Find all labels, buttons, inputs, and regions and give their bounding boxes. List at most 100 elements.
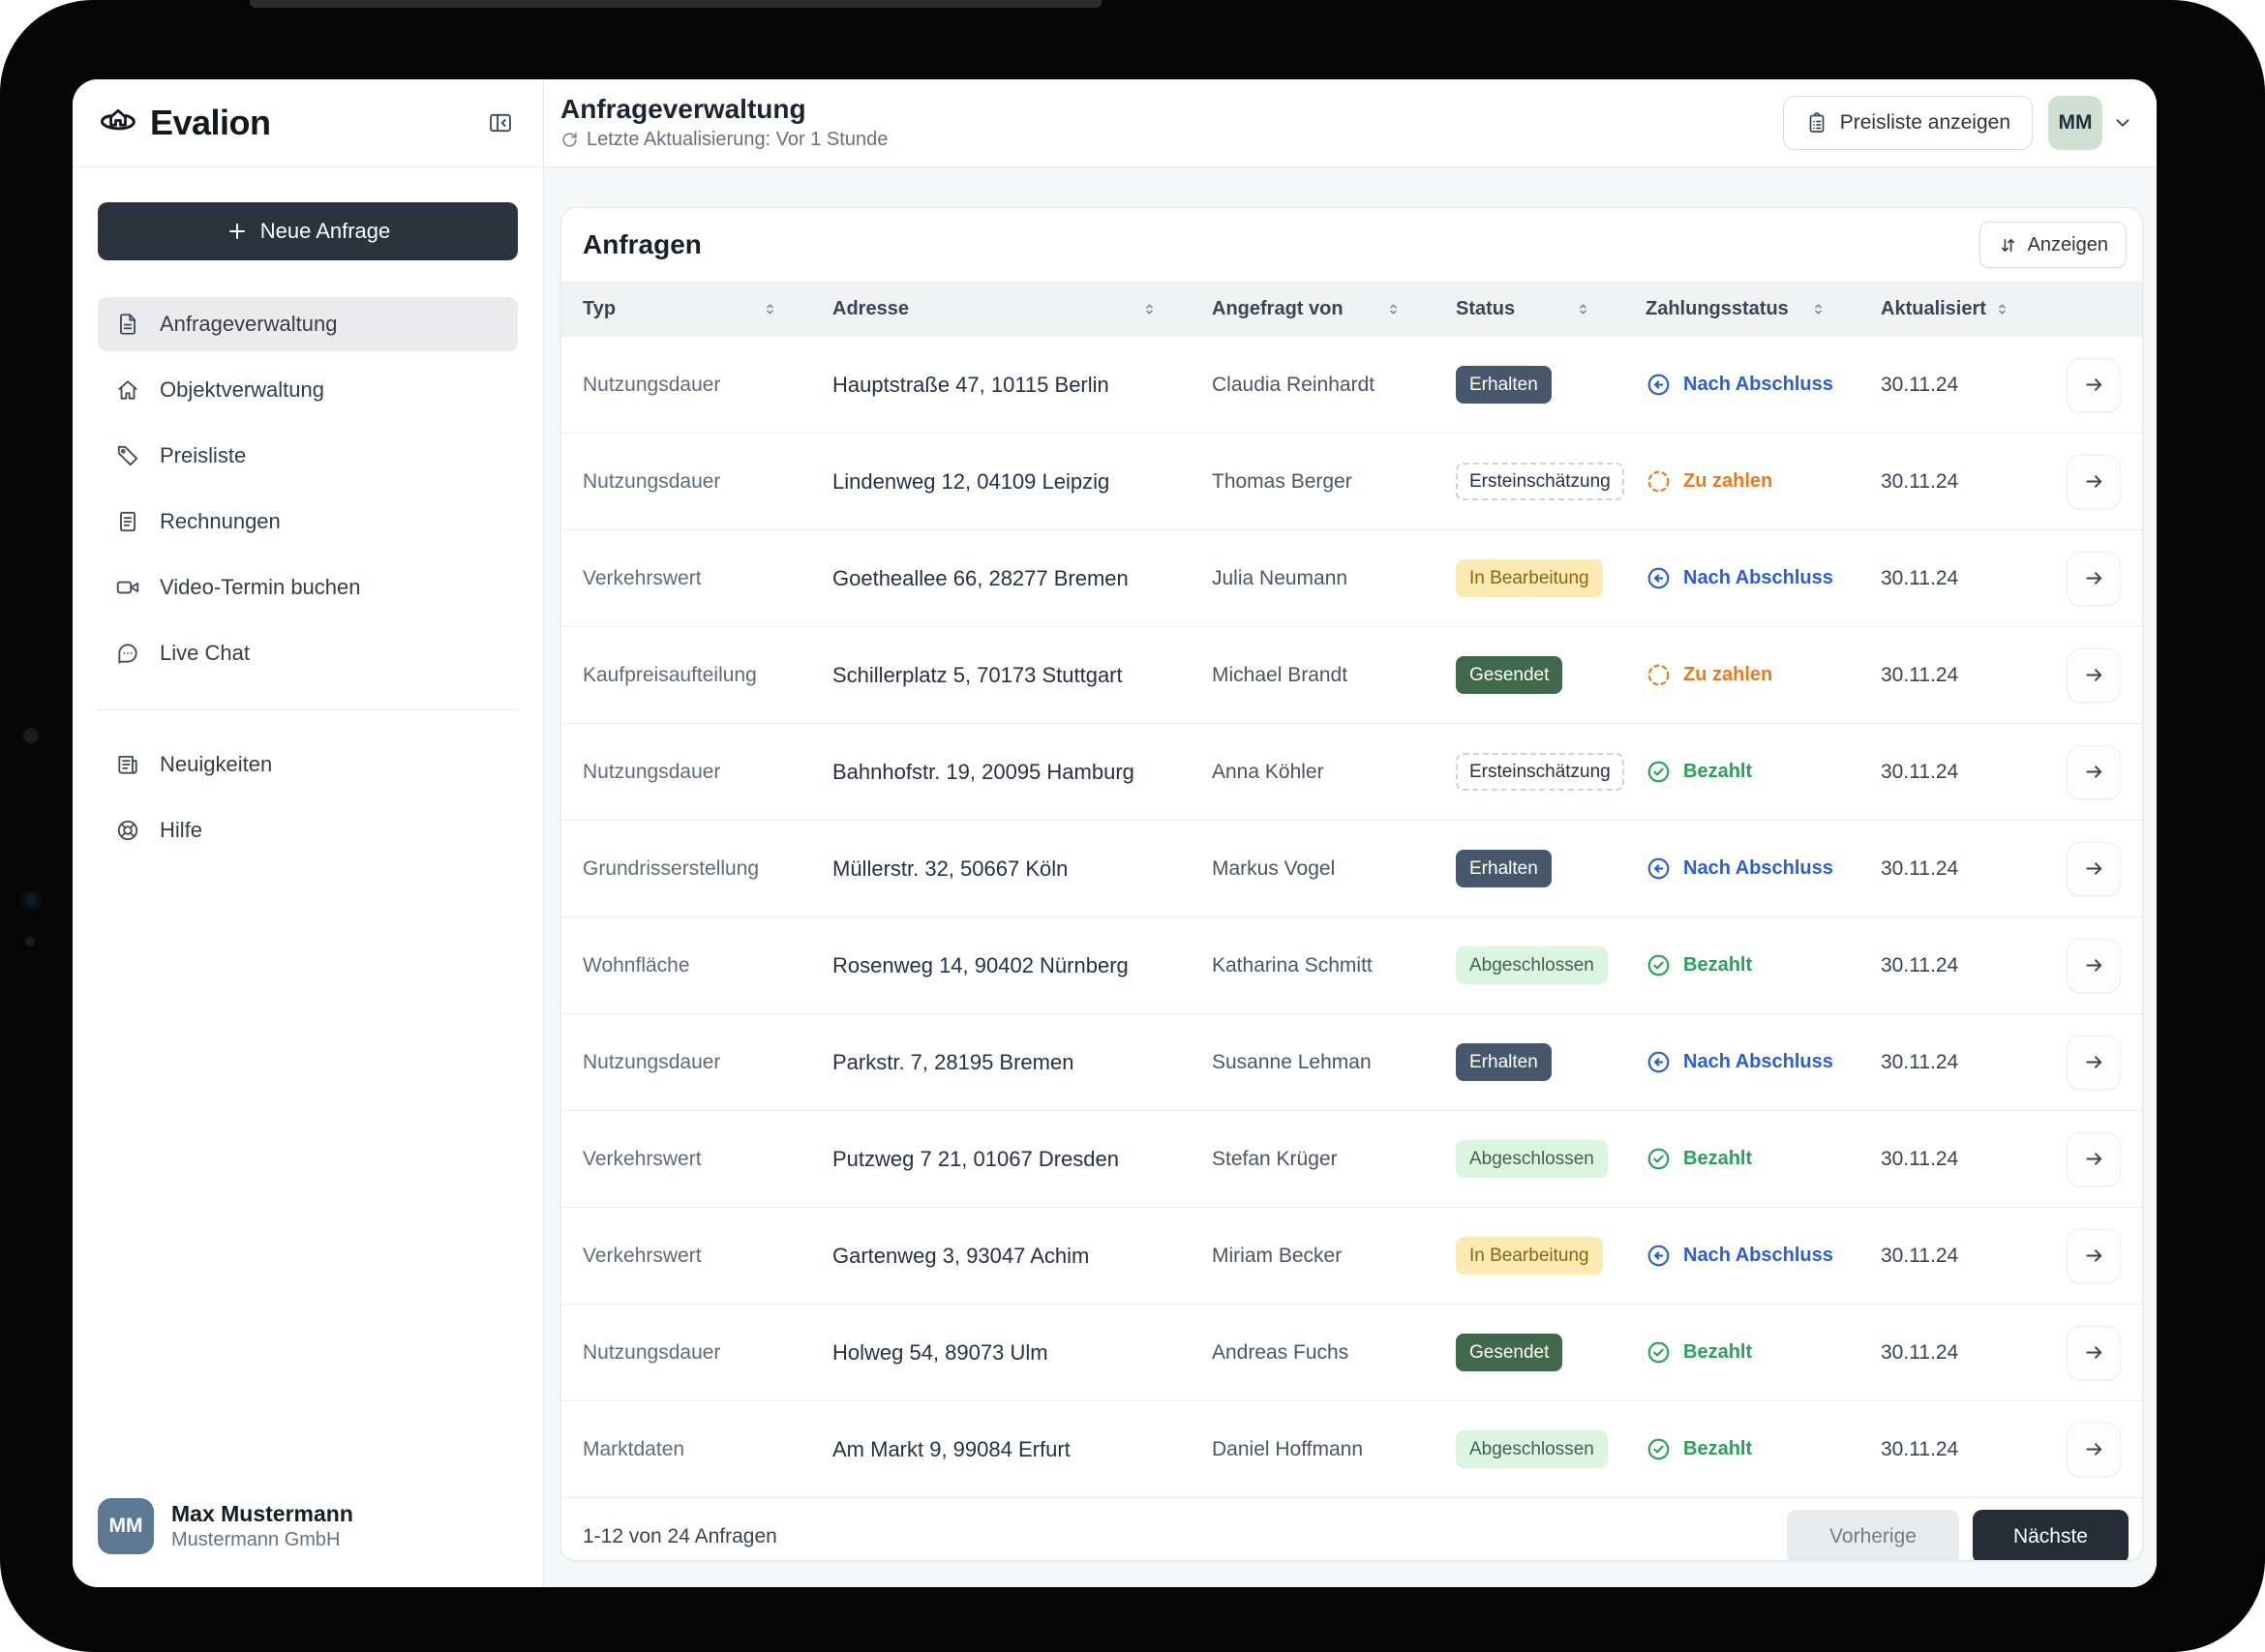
sort-icon (1385, 301, 1402, 317)
column-header-adresse[interactable]: Adresse (832, 298, 1212, 320)
table-row[interactable]: Kaufpreisaufteilung Schillerplatz 5, 701… (561, 626, 2142, 723)
table-row[interactable]: Nutzungsdauer Parkstr. 7, 28195 Bremen S… (561, 1013, 2142, 1110)
previous-page-button[interactable]: Vorherige (1787, 1510, 1959, 1561)
open-request-button[interactable] (2067, 1229, 2121, 1283)
payment-status-cell: Bezahlt (1646, 759, 1881, 785)
open-request-button[interactable] (2067, 648, 2121, 703)
status-badge: In Bearbeitung (1456, 1237, 1603, 1275)
column-header-typ[interactable]: Typ (583, 298, 832, 320)
pagination-buttons: Vorherige Nächste (1787, 1510, 2129, 1561)
column-header-zahlungsstatus[interactable]: Zahlungsstatus (1646, 298, 1881, 320)
status-badge: Gesendet (1456, 1334, 1562, 1371)
type-cell: Nutzungsdauer (583, 761, 832, 784)
table-row[interactable]: Grundrisserstellung Müllerstr. 32, 50667… (561, 820, 2142, 916)
payment-status-icon (1646, 759, 1672, 785)
status-badge: Abgeschlossen (1456, 1140, 1608, 1178)
status-cell: In Bearbeitung (1456, 559, 1646, 597)
status-badge: Gesendet (1456, 656, 1562, 694)
sidebar-item-objektverwaltung[interactable]: Objektverwaltung (98, 363, 518, 417)
open-request-button[interactable] (2067, 552, 2121, 606)
payment-status-label: Bezahlt (1683, 761, 1752, 783)
status-cell: In Bearbeitung (1456, 1237, 1646, 1275)
type-cell: Grundrisserstellung (583, 857, 832, 881)
updated-cell: 30.11.24 (1881, 567, 2065, 590)
receipt-icon (115, 509, 140, 534)
payment-status-label: Nach Abschluss (1683, 1051, 1833, 1073)
open-request-button[interactable] (2067, 745, 2121, 799)
open-request-button[interactable] (2067, 1132, 2121, 1186)
status-badge: Abgeschlossen (1456, 946, 1608, 984)
payment-status-label: Zu zahlen (1683, 664, 1772, 686)
address-cell: Goetheallee 66, 28277 Bremen (832, 566, 1212, 591)
video-camera-icon (115, 575, 140, 600)
sidebar-item-label: Hilfe (160, 818, 202, 843)
payment-status-icon (1646, 1049, 1672, 1075)
table-row[interactable]: Verkehrswert Goetheallee 66, 28277 Breme… (561, 529, 2142, 626)
pagination-count: 1-12 von 24 Anfragen (583, 1525, 777, 1548)
arrow-right-icon (2083, 857, 2105, 880)
home-icon (115, 377, 140, 403)
sidebar-item-neuigkeiten[interactable]: Neuigkeiten (98, 737, 518, 792)
status-cell: Abgeschlossen (1456, 1430, 1646, 1468)
sidebar-item-hilfe[interactable]: Hilfe (98, 803, 518, 857)
sidebar-user-profile[interactable]: MM Max Mustermann Mustermann GmbH (73, 1475, 543, 1587)
payment-status-icon (1646, 856, 1672, 882)
sidebar-item-label: Preisliste (160, 443, 246, 468)
arrow-right-icon (2083, 1148, 2105, 1170)
open-request-button[interactable] (2067, 1326, 2121, 1380)
payment-status-cell: Zu zahlen (1646, 662, 1881, 688)
sort-icon (1575, 301, 1591, 317)
chat-bubble-icon (115, 641, 140, 666)
updated-cell: 30.11.24 (1881, 1051, 2065, 1074)
card-header: Anfragen Anzeigen (561, 208, 2142, 282)
table-row[interactable]: Nutzungsdauer Bahnhofstr. 19, 20095 Hamb… (561, 723, 2142, 820)
clipboard-icon (1805, 111, 1828, 135)
new-request-button[interactable]: Neue Anfrage (98, 202, 518, 260)
requested-by-cell: Claudia Reinhardt (1212, 374, 1456, 397)
type-cell: Verkehrswert (583, 567, 832, 590)
sidebar-item-anfrageverwaltung[interactable]: Anfrageverwaltung (98, 297, 518, 351)
table-row[interactable]: Verkehrswert Gartenweg 3, 93047 Achim Mi… (561, 1207, 2142, 1304)
requests-card: Anfragen Anzeigen Typ (560, 207, 2143, 1561)
open-request-button[interactable] (2067, 842, 2121, 896)
bezel-sensor-dot (23, 728, 39, 743)
updated-cell: 30.11.24 (1881, 857, 2065, 881)
arrow-right-icon (2083, 374, 2105, 396)
view-button[interactable]: Anzeigen (1979, 222, 2127, 268)
table-row[interactable]: Marktdaten Am Markt 9, 99084 Erfurt Dani… (561, 1400, 2142, 1497)
open-request-button[interactable] (2067, 1423, 2121, 1477)
sidebar-item-rechnungen[interactable]: Rechnungen (98, 495, 518, 549)
next-page-button[interactable]: Nächste (1973, 1510, 2129, 1561)
arrow-right-icon (2083, 567, 2105, 589)
requested-by-cell: Daniel Hoffmann (1212, 1438, 1456, 1461)
show-pricelist-label: Preisliste anzeigen (1840, 111, 2010, 135)
column-header-aktualisiert[interactable]: Aktualisiert (1881, 298, 2065, 320)
payment-status-cell: Bezahlt (1646, 1146, 1881, 1172)
sidebar-collapse-button[interactable] (483, 105, 518, 140)
table-row[interactable]: Nutzungsdauer Holweg 54, 89073 Ulm Andre… (561, 1304, 2142, 1400)
requested-by-cell: Miriam Becker (1212, 1245, 1456, 1268)
open-request-button[interactable] (2067, 358, 2121, 412)
column-header-angefragt-von[interactable]: Angefragt von (1212, 298, 1456, 320)
updated-cell: 30.11.24 (1881, 470, 2065, 494)
address-cell: Rosenweg 14, 90402 Nürnberg (832, 953, 1212, 978)
sidebar-item-live-chat[interactable]: Live Chat (98, 626, 518, 680)
open-request-button[interactable] (2067, 1036, 2121, 1090)
account-menu[interactable]: MM (2048, 96, 2133, 150)
status-cell: Ersteinschätzung (1456, 463, 1646, 500)
table-row[interactable]: Nutzungsdauer Lindenweg 12, 04109 Leipzi… (561, 433, 2142, 529)
sidebar-item-video-termin[interactable]: Video-Termin buchen (98, 560, 518, 615)
bezel-camera-dot (21, 890, 41, 910)
content-area: Anfragen Anzeigen Typ (544, 167, 2157, 1587)
table-row[interactable]: Wohnfläche Rosenweg 14, 90402 Nürnberg K… (561, 916, 2142, 1013)
sidebar-item-preisliste[interactable]: Preisliste (98, 429, 518, 483)
column-header-status[interactable]: Status (1456, 298, 1646, 320)
open-request-button[interactable] (2067, 939, 2121, 993)
table-row[interactable]: Verkehrswert Putzweg 7 21, 01067 Dresden… (561, 1110, 2142, 1207)
open-request-button[interactable] (2067, 455, 2121, 509)
type-cell: Nutzungsdauer (583, 1051, 832, 1074)
status-badge: Ersteinschätzung (1456, 463, 1624, 500)
show-pricelist-button[interactable]: Preisliste anzeigen (1783, 96, 2033, 150)
arrow-down-up-icon (1998, 235, 2018, 255)
table-row[interactable]: Nutzungsdauer Hauptstraße 47, 10115 Berl… (561, 336, 2142, 433)
